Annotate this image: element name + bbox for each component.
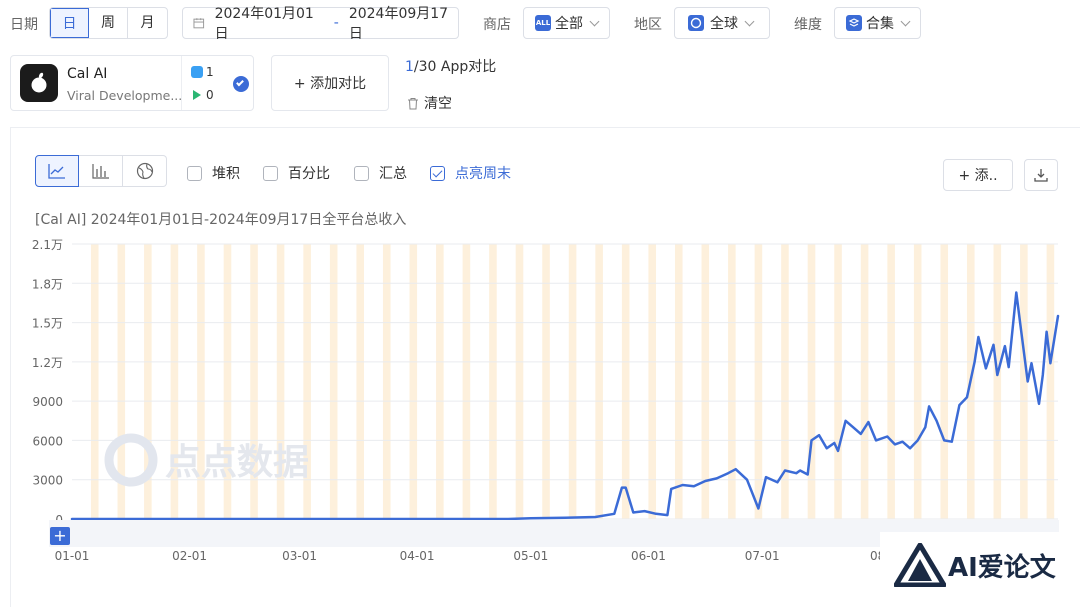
sum-checkbox[interactable]: 汇总	[354, 163, 407, 183]
store-select[interactable]: ALL 全部	[523, 7, 610, 39]
globe-icon	[136, 162, 153, 180]
weekend-checkbox[interactable]: 点亮周末	[430, 163, 511, 183]
ai-logo-icon	[894, 543, 946, 587]
ios-count-value: 1	[206, 65, 214, 79]
dimension-value: 合集	[866, 16, 894, 32]
dimension-select[interactable]: 合集	[834, 7, 921, 39]
chevron-down-icon	[744, 16, 755, 26]
android-count: 0	[191, 88, 214, 102]
store-label: 商店	[483, 17, 511, 33]
line-chart-button[interactable]	[35, 155, 79, 187]
date-label: 日期	[10, 17, 38, 33]
line-chart-icon	[48, 164, 65, 179]
selected-check-icon[interactable]	[233, 76, 249, 92]
add-compare-button[interactable]: + 添加对比	[271, 55, 389, 111]
corner-logo: AI爱论文	[880, 532, 1080, 598]
google-play-icon	[193, 90, 201, 100]
dimension-label: 维度	[794, 17, 822, 33]
granularity-week-option[interactable]: 周	[89, 8, 128, 38]
compare-count-rest: /30 App对比	[413, 59, 497, 75]
bar-chart-icon	[91, 164, 109, 179]
checkbox-checked	[430, 165, 445, 181]
android-count-value: 0	[206, 88, 214, 102]
download-button[interactable]	[1024, 159, 1058, 191]
checkbox-box	[187, 165, 202, 181]
globe-icon	[688, 15, 704, 31]
expand-button[interactable]: +	[50, 527, 70, 545]
checkbox-box	[263, 165, 278, 181]
granularity-toggle: 日 周 月	[49, 7, 168, 39]
checkbox-box	[354, 165, 369, 181]
corner-logo-text: AI爱论文	[948, 552, 1056, 583]
chevron-down-icon	[589, 16, 600, 26]
percent-checkbox[interactable]: 百分比	[263, 163, 330, 183]
all-stores-icon: ALL	[535, 15, 551, 31]
layers-icon	[846, 15, 862, 31]
download-icon	[1034, 169, 1048, 182]
region-label: 地区	[634, 17, 662, 33]
percent-label: 百分比	[288, 166, 330, 182]
app-store-icon	[191, 66, 203, 78]
ios-count: 1	[191, 65, 214, 79]
compare-count-current: 1	[405, 59, 414, 75]
app-name: Cal AI	[67, 66, 108, 82]
app-icon	[20, 64, 58, 102]
date-separator: -	[333, 15, 339, 31]
apple-icon	[31, 72, 47, 93]
sum-label: 汇总	[379, 166, 407, 182]
map-chart-button[interactable]	[123, 155, 167, 187]
clear-button[interactable]: 清空	[407, 93, 452, 113]
clear-label: 清空	[424, 96, 452, 112]
chevron-down-icon	[900, 16, 911, 26]
stack-label: 堆积	[212, 166, 240, 182]
trash-icon	[408, 97, 418, 109]
date-end: 2024年09月17日	[348, 6, 449, 42]
store-value: 全部	[555, 16, 583, 32]
add-series-button[interactable]: + 添..	[943, 159, 1013, 191]
date-range-picker[interactable]: 2024年01月01日 - 2024年09月17日	[182, 6, 459, 42]
stack-checkbox[interactable]: 堆积	[187, 163, 240, 183]
app-card[interactable]: Cal AI Viral Developme... 1 0	[10, 55, 254, 111]
calendar-icon	[193, 18, 205, 29]
region-select[interactable]: 全球	[674, 7, 770, 39]
region-value: 全球	[710, 16, 738, 32]
compare-count: 1/30 App对比	[405, 56, 496, 76]
date-start: 2024年01月01日	[214, 6, 314, 42]
granularity-day-option[interactable]: 日	[50, 8, 89, 38]
weekend-label: 点亮周末	[455, 166, 511, 182]
app-developer: Viral Developme...	[67, 88, 183, 103]
bar-chart-button[interactable]	[79, 155, 123, 187]
granularity-month-option[interactable]: 月	[128, 8, 167, 38]
